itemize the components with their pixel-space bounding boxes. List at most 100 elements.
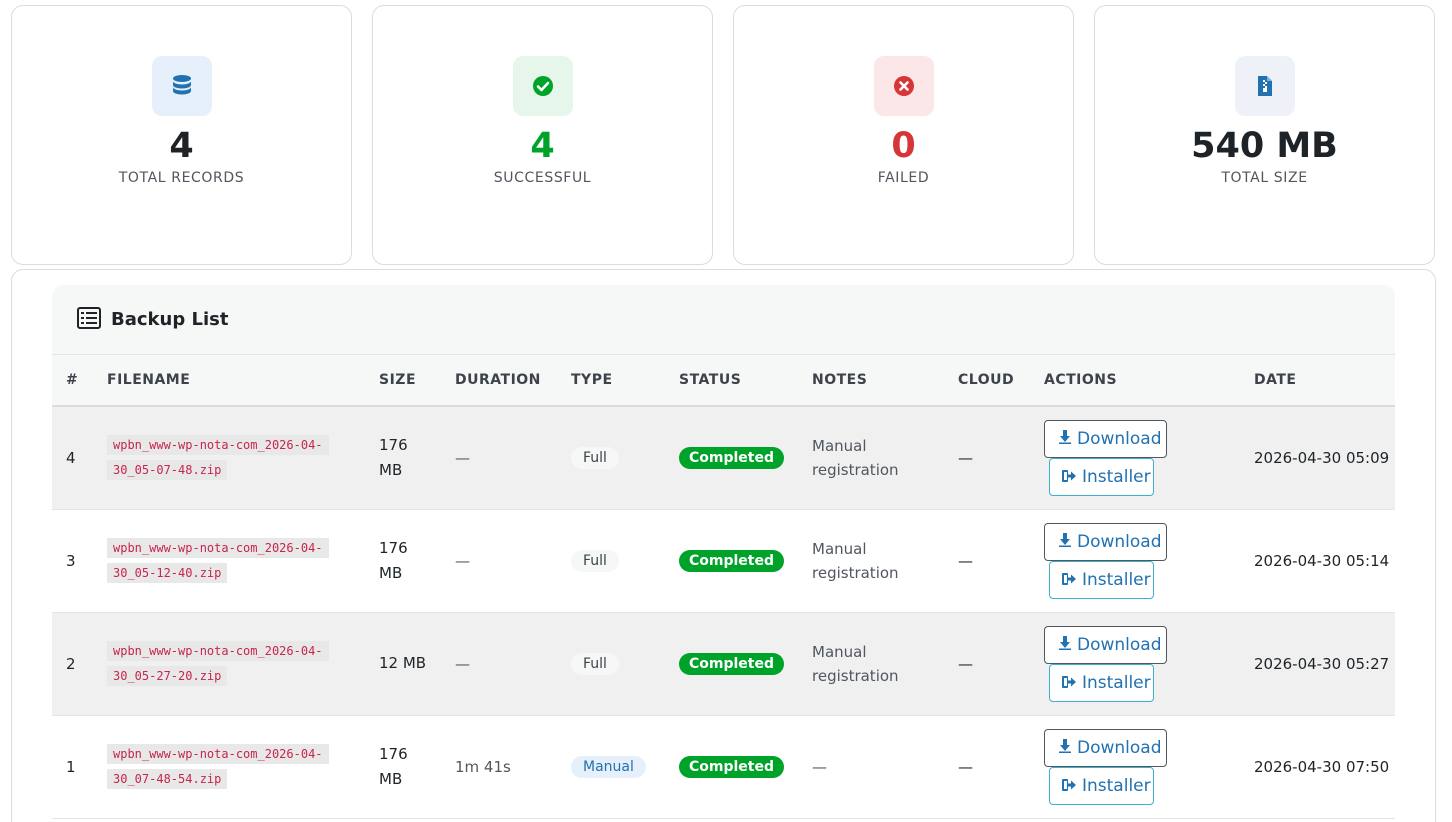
type-cell: Full <box>557 406 665 509</box>
actions-cell: Download Installer <box>1030 612 1240 715</box>
filename-cell: wpbn_www-wp-nota-com_2026-04- 30_07-48-54… <box>93 715 365 818</box>
download-label: Download <box>1077 737 1162 758</box>
failed-label: FAILED <box>877 170 930 186</box>
filename: wpbn_www-wp-nota-com_2026-04- 30_07-48-54… <box>107 742 341 792</box>
type-badge: Full <box>571 652 619 675</box>
type-badge: Full <box>571 446 619 469</box>
failed-value: 0 <box>891 126 916 166</box>
sign-out-icon <box>1062 776 1076 796</box>
database-icon <box>151 56 212 116</box>
status-badge: Completed <box>679 549 785 572</box>
stat-card-failed: 0 FAILED <box>733 5 1074 265</box>
sign-out-icon <box>1062 673 1076 693</box>
download-button[interactable]: Download <box>1044 419 1167 458</box>
column-header[interactable]: ACTIONS <box>1030 355 1240 406</box>
column-header[interactable]: CLOUD <box>944 355 1030 406</box>
cloud-cell: — <box>958 448 973 467</box>
date: 2026-04-30 05:09 <box>1254 448 1390 467</box>
size-cell: 176 MB <box>379 744 408 788</box>
type-cell: Full <box>557 612 665 715</box>
duration: — <box>455 448 470 467</box>
type-badge: Manual <box>571 755 646 778</box>
successful-value: 4 <box>530 126 555 166</box>
actions-cell: Download Installer <box>1030 406 1240 509</box>
download-icon <box>1059 738 1071 758</box>
installer-button[interactable]: Installer <box>1049 560 1154 599</box>
x-circle-icon <box>873 56 934 116</box>
zip-file-icon <box>1234 56 1295 116</box>
row-number: 2 <box>66 654 76 673</box>
status-badge: Completed <box>679 446 785 469</box>
notes-cell: Manual registration <box>812 436 899 479</box>
download-label: Download <box>1077 428 1162 449</box>
status-badge: Completed <box>679 755 785 778</box>
installer-button[interactable]: Installer <box>1049 663 1154 702</box>
row-number: 4 <box>66 448 76 467</box>
table-row: 1 wpbn_www-wp-nota-com_2026-04- 30_07-48-… <box>52 715 1395 818</box>
filename: wpbn_www-wp-nota-com_2026-04- 30_05-12-40… <box>107 536 341 586</box>
column-header[interactable]: NOTES <box>798 355 944 406</box>
total-records-label: TOTAL RECORDS <box>118 170 245 186</box>
column-header[interactable]: DATE <box>1240 355 1395 406</box>
stat-card-total-records: 4 TOTAL RECORDS <box>11 5 352 265</box>
status-cell: Completed <box>665 406 798 509</box>
stat-card-total-size: 540 MB TOTAL SIZE <box>1094 5 1435 265</box>
download-label: Download <box>1077 531 1162 552</box>
stat-card-successful: 4 SUCCESSFUL <box>372 5 713 265</box>
installer-button[interactable]: Installer <box>1049 457 1154 496</box>
sign-out-icon <box>1062 467 1076 487</box>
actions-cell: Download Installer <box>1030 509 1240 612</box>
column-header[interactable]: TYPE <box>557 355 665 406</box>
installer-label: Installer <box>1082 569 1151 590</box>
download-icon <box>1059 429 1071 449</box>
total-size-label: TOTAL SIZE <box>1221 170 1308 186</box>
table-row: 4 wpbn_www-wp-nota-com_2026-04- 30_05-07-… <box>52 406 1395 509</box>
backup-list: Backup List # FILENAME SIZE DURATION TYP… <box>52 285 1395 822</box>
date: 2026-04-30 07:50 <box>1254 757 1390 776</box>
column-header[interactable]: # <box>52 355 93 406</box>
actions-cell: Download Installer <box>1030 715 1240 818</box>
installer-label: Installer <box>1082 466 1151 487</box>
cloud-cell: — <box>958 654 973 673</box>
type-cell: Manual <box>557 715 665 818</box>
download-icon <box>1059 532 1071 552</box>
backup-list-title: Backup List <box>111 309 229 330</box>
notes-cell: Manual registration <box>812 539 899 582</box>
notes-cell: — <box>812 757 827 776</box>
status-cell: Completed <box>665 509 798 612</box>
type-badge: Full <box>571 549 619 572</box>
check-circle-icon <box>512 56 573 116</box>
filename-cell: wpbn_www-wp-nota-com_2026-04- 30_05-12-40… <box>93 509 365 612</box>
column-header[interactable]: DURATION <box>441 355 557 406</box>
cloud-cell: — <box>958 757 973 776</box>
installer-label: Installer <box>1082 672 1151 693</box>
successful-label: SUCCESSFUL <box>493 170 592 186</box>
installer-button[interactable]: Installer <box>1049 766 1154 805</box>
installer-label: Installer <box>1082 775 1151 796</box>
column-header[interactable]: STATUS <box>665 355 798 406</box>
status-cell: Completed <box>665 612 798 715</box>
download-button[interactable]: Download <box>1044 522 1167 561</box>
download-button[interactable]: Download <box>1044 625 1167 664</box>
total-size-value: 540 MB <box>1191 126 1338 166</box>
column-header[interactable]: FILENAME <box>93 355 365 406</box>
download-button[interactable]: Download <box>1044 728 1167 767</box>
filename-cell: wpbn_www-wp-nota-com_2026-04- 30_05-27-20… <box>93 612 365 715</box>
row-number: 3 <box>66 551 76 570</box>
duration: — <box>455 551 470 570</box>
duration: 1m 41s <box>455 757 511 776</box>
size-cell: 12 MB <box>379 654 427 672</box>
column-header[interactable]: SIZE <box>365 355 441 406</box>
table-row: 2 wpbn_www-wp-nota-com_2026-04- 30_05-27-… <box>52 612 1395 715</box>
filename: wpbn_www-wp-nota-com_2026-04- 30_05-27-20… <box>107 639 341 689</box>
status-cell: Completed <box>665 715 798 818</box>
duration: — <box>455 654 470 673</box>
filename-cell: wpbn_www-wp-nota-com_2026-04- 30_05-07-48… <box>93 406 365 509</box>
type-cell: Full <box>557 509 665 612</box>
stats-cards: 4 TOTAL RECORDS 4 SUCCESSFUL 0 FAILED 54… <box>11 5 1435 265</box>
size-cell: 176 MB <box>379 538 408 582</box>
backup-list-panel: Backup List # FILENAME SIZE DURATION TYP… <box>11 269 1436 822</box>
date: 2026-04-30 05:14 <box>1254 551 1390 570</box>
size-cell: 176 MB <box>379 435 408 479</box>
date: 2026-04-30 05:27 <box>1254 654 1390 673</box>
